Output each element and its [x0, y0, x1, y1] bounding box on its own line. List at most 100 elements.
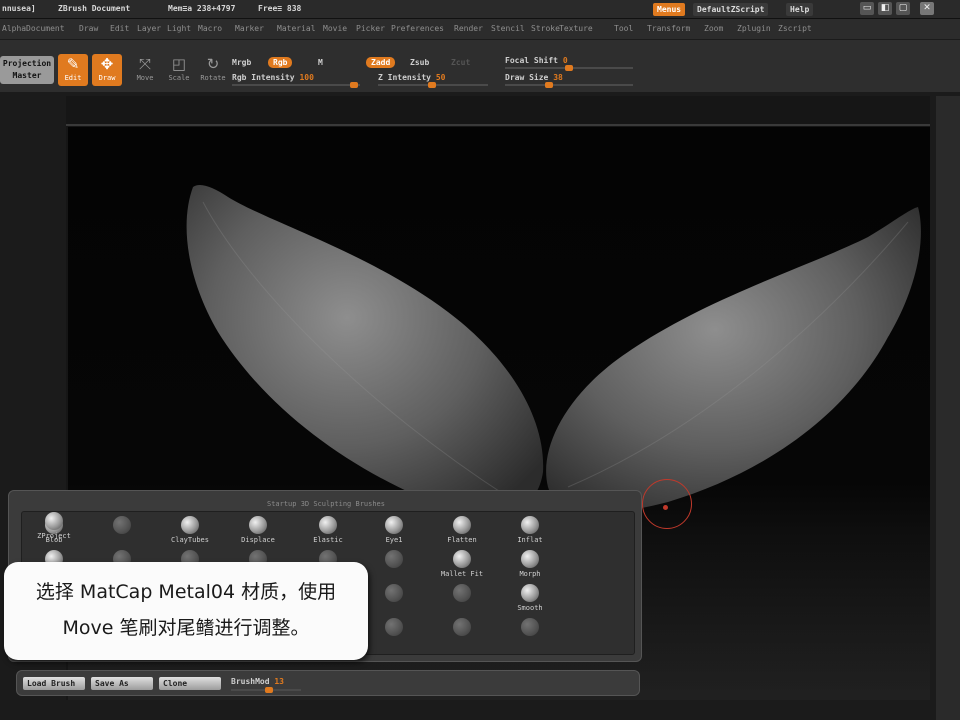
brush-thumbnail — [113, 516, 131, 534]
memory-readout: Mem≡a 238+4797 — [168, 4, 236, 13]
menu-item-alpha[interactable]: Alpha — [2, 24, 26, 33]
mrgb-toggle[interactable]: Mrgb — [232, 58, 251, 67]
load-brush-button[interactable]: Load Brush — [23, 677, 85, 690]
z-intensity-slider[interactable]: Z Intensity 50 — [378, 73, 445, 82]
menu-item-material[interactable]: Material — [277, 24, 316, 33]
rgb-intensity-slider[interactable]: Rgb Intensity 100 — [232, 73, 314, 82]
brush-elastic[interactable]: Elastic — [298, 516, 358, 550]
brush-slot[interactable] — [92, 516, 152, 550]
focal-shift-knob[interactable] — [565, 65, 573, 71]
master-label: Master — [12, 71, 42, 80]
tool-edit-button[interactable]: ✎ Edit — [58, 54, 88, 86]
brush-eye1[interactable]: Eye1 — [364, 516, 424, 550]
focal-shift-slider[interactable]: Focal Shift 0 — [505, 56, 568, 65]
brushmod-label: BrushMod — [231, 677, 270, 686]
brush-slot[interactable] — [432, 618, 492, 652]
menu-item-movie[interactable]: Movie — [323, 24, 347, 33]
brush-displace[interactable]: Displace — [228, 516, 288, 550]
menus-button[interactable]: Menus — [653, 3, 686, 16]
help-button[interactable]: Help — [786, 3, 814, 16]
draw-size-slider[interactable]: Draw Size 38 — [505, 73, 563, 82]
brushmod-slider[interactable]: BrushMod 13 — [231, 677, 284, 686]
brushmod-track[interactable] — [231, 687, 301, 693]
brush-label: Mallet Fit — [440, 570, 484, 578]
brush-inflat[interactable]: Inflat — [500, 516, 560, 550]
tool-rotate-button[interactable]: ↻ Rotate — [198, 54, 228, 86]
brush-zproject[interactable]: ZProject — [24, 512, 84, 546]
brush-label: Eye1 — [385, 536, 403, 544]
brush-cursor — [642, 479, 692, 529]
clone-button[interactable]: Clone — [159, 677, 221, 690]
brush-smooth[interactable]: Smooth — [500, 584, 560, 618]
rgb-intensity-track[interactable] — [232, 82, 360, 88]
menu-item-preferences[interactable]: Preferences — [391, 24, 444, 33]
brush-slot[interactable] — [432, 584, 492, 618]
free-readout: Free≡ 838 — [258, 4, 302, 13]
brush-thumbnail — [453, 516, 471, 534]
rgb-toggle[interactable]: Rgb — [268, 57, 293, 68]
app-title: ZBrush Document — [58, 4, 131, 13]
menu-item-zplugin[interactable]: Zplugin — [737, 24, 771, 33]
brush-morph[interactable]: Morph — [500, 550, 560, 584]
z-intensity-knob[interactable] — [428, 82, 436, 88]
close-icon[interactable]: ✕ — [920, 2, 934, 15]
menu-item-macro[interactable]: Macro — [198, 24, 222, 33]
brush-slot[interactable] — [364, 618, 424, 652]
tool-draw-button[interactable]: ✥ Draw — [92, 54, 122, 86]
focal-shift-track[interactable] — [505, 65, 633, 71]
zcut-toggle[interactable]: Zcut — [446, 57, 475, 68]
tool-move-button[interactable]: ⤧ Move — [130, 54, 160, 86]
draw-size-knob[interactable] — [545, 82, 553, 88]
zadd-toggle[interactable]: Zadd — [366, 57, 396, 68]
zsub-toggle[interactable]: Zsub — [410, 58, 429, 67]
m-toggle[interactable]: M — [318, 58, 323, 67]
rgb-intensity-label: Rgb Intensity — [232, 73, 295, 82]
brush-thumbnail — [453, 584, 471, 602]
brush-slot[interactable] — [364, 584, 424, 618]
brush-thumbnail — [181, 516, 199, 534]
menu-item-tool[interactable]: Tool — [614, 24, 633, 33]
rgb-intensity-knob[interactable] — [350, 82, 358, 88]
menu-item-picker[interactable]: Picker — [356, 24, 385, 33]
minimize-icon[interactable]: ▭ — [860, 2, 874, 15]
draw-size-track[interactable] — [505, 82, 633, 88]
brush-slot[interactable] — [500, 618, 560, 652]
menu-item-layer[interactable]: Layer — [137, 24, 161, 33]
brush-thumbnail — [521, 516, 539, 534]
menu-item-stroke[interactable]: Stroke — [531, 24, 560, 33]
tool-label: Rotate — [200, 74, 226, 82]
save-as-button[interactable]: Save As — [91, 677, 153, 690]
menu-item-zoom[interactable]: Zoom — [704, 24, 723, 33]
menu-item-zscript[interactable]: Zscript — [778, 24, 812, 33]
brush-thumbnail — [521, 584, 539, 602]
menu-item-light[interactable]: Light — [167, 24, 191, 33]
brush-slot[interactable] — [364, 550, 424, 584]
title-bar: nnusea] ZBrush Document Mem≡a 238+4797 F… — [0, 0, 960, 19]
brush-cursor-dot — [663, 505, 668, 510]
brush-thumbnail — [385, 550, 403, 568]
brush-mallet-fit[interactable]: Mallet Fit — [432, 550, 492, 584]
menu-item-render[interactable]: Render — [454, 24, 483, 33]
menu-item-draw[interactable]: Draw — [79, 24, 98, 33]
tool-label: Move — [136, 74, 154, 82]
tool-label: Draw — [98, 74, 116, 82]
menu-item-transform[interactable]: Transform — [647, 24, 690, 33]
menu-item-stencil[interactable]: Stencil — [491, 24, 525, 33]
menu-item-texture[interactable]: Texture — [559, 24, 593, 33]
z-intensity-track[interactable] — [378, 82, 488, 88]
brushmod-knob[interactable] — [265, 687, 273, 693]
focal-shift-value: 0 — [562, 56, 568, 65]
menu-item-document[interactable]: Document — [26, 24, 65, 33]
tool-scale-button[interactable]: ◰ Scale — [164, 54, 194, 86]
brush-label: Displace — [241, 536, 275, 544]
brush-flatten[interactable]: Flatten — [432, 516, 492, 550]
window-icon[interactable]: ▢ — [896, 2, 910, 15]
restore-icon[interactable]: ◧ — [878, 2, 892, 15]
brush-claytubes[interactable]: ClayTubes — [160, 516, 220, 550]
menu-item-edit[interactable]: Edit — [110, 24, 129, 33]
menu-bar: Alpha Document Draw Edit Layer Light Macro Mark… — [0, 19, 960, 39]
default-zscript-button[interactable]: DefaultZScript — [693, 3, 769, 16]
projection-master-button[interactable]: Projection Master — [0, 56, 54, 84]
menu-item-marker[interactable]: Marker — [235, 24, 264, 33]
document-name: nnusea] — [2, 4, 36, 13]
